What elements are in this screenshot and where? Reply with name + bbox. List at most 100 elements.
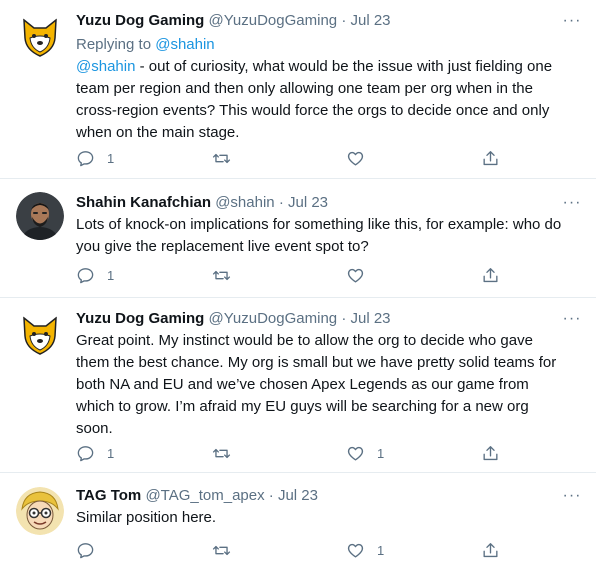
share-button[interactable] [481, 539, 500, 561]
share-icon [483, 542, 498, 557]
replying-handle-link[interactable]: @shahin [155, 36, 214, 53]
shiba-dog-logo-icon [16, 12, 64, 60]
share-button[interactable] [481, 147, 500, 169]
handle[interactable]: @YuzuDogGaming [209, 310, 338, 327]
reply-button[interactable]: 1 [76, 147, 114, 169]
handle[interactable]: @YuzuDogGaming [209, 12, 338, 29]
retweet-button[interactable] [212, 264, 243, 286]
heart-icon [347, 268, 364, 283]
share-icon [483, 150, 498, 165]
retweet-icon [212, 153, 231, 163]
tweet[interactable]: Yuzu Dog Gaming @YuzuDogGaming · Jul 23 … [0, 308, 596, 464]
like-count: 1 [377, 445, 385, 461]
heart-icon [347, 151, 364, 166]
timestamp[interactable]: Jul 23 [278, 487, 318, 504]
share-button[interactable] [481, 442, 500, 464]
more-options-icon[interactable]: ··· [560, 308, 584, 330]
tweet-text-line: them the best chance. My org is small bu… [76, 354, 557, 371]
tweet-text-line: you give the replacement live event spot… [76, 238, 369, 255]
tweet[interactable]: Shahin Kanafchian @shahin · Jul 23 ··· L… [0, 192, 596, 290]
replying-to: Replying to @shahin [76, 34, 215, 56]
share-button[interactable] [481, 264, 500, 286]
reply-icon [77, 150, 94, 166]
retweet-icon [212, 448, 231, 458]
tweet-text: Similar position here. [76, 507, 590, 529]
tweet-text-line: when on the main stage. [76, 124, 240, 141]
reply-count: 1 [107, 267, 115, 283]
replying-label: Replying to [76, 36, 156, 53]
reply-icon [77, 267, 94, 283]
display-name[interactable]: Yuzu Dog Gaming [76, 310, 204, 327]
cartoon-avatar-icon [16, 487, 64, 535]
timestamp[interactable]: Jul 23 [351, 310, 391, 327]
like-button[interactable] [346, 147, 377, 169]
timestamp[interactable]: Jul 23 [288, 194, 328, 211]
retweet-icon [212, 270, 231, 280]
share-icon [483, 267, 498, 282]
tweet-header: Shahin Kanafchian @shahin · Jul 23 [76, 192, 328, 214]
display-name[interactable]: TAG Tom [76, 487, 141, 504]
separator: · [341, 12, 347, 29]
avatar[interactable] [16, 192, 64, 240]
reply-icon [77, 542, 94, 558]
more-options-icon[interactable]: ··· [560, 485, 584, 507]
tweet-actions: 1 [76, 539, 576, 561]
handle[interactable]: @shahin [215, 194, 274, 211]
divider [0, 297, 596, 298]
reply-count: 1 [107, 445, 115, 461]
display-name[interactable]: Yuzu Dog Gaming [76, 12, 204, 29]
divider [0, 178, 596, 179]
tweet-text-line: soon. [76, 420, 113, 437]
avatar[interactable] [16, 12, 64, 60]
reply-button[interactable] [76, 539, 107, 561]
tweet[interactable]: Yuzu Dog Gaming @YuzuDogGaming · Jul 23 … [0, 10, 596, 170]
retweet-button[interactable] [212, 147, 243, 169]
tweet-text-line: Great point. My instinct would be to all… [76, 332, 533, 349]
avatar[interactable] [16, 487, 64, 535]
profile-photo-icon [16, 192, 64, 240]
more-options-icon[interactable]: ··· [560, 10, 584, 32]
tweet-text-line: Similar position here. [76, 509, 217, 526]
separator: · [341, 310, 347, 327]
shiba-dog-logo-icon [16, 310, 64, 358]
tweet-text-line: Lots of knock-on implications for someth… [76, 216, 562, 233]
tweet-text: Lots of knock-on implications for someth… [76, 214, 590, 258]
tweet-text-line: @shahin - out of curiosity, what would b… [76, 58, 553, 75]
tweet-actions: 1 [76, 147, 576, 169]
handle[interactable]: @TAG_tom_apex [145, 487, 264, 504]
reply-button[interactable]: 1 [76, 442, 114, 464]
heart-icon [347, 543, 364, 558]
tweet-text: Great point. My instinct would be to all… [76, 330, 590, 440]
like-button[interactable] [346, 264, 377, 286]
tweet-actions: 1 1 [76, 442, 576, 464]
tweet-text: @shahin - out of curiosity, what would b… [76, 56, 590, 144]
tweet-header: TAG Tom @TAG_tom_apex · Jul 23 [76, 485, 318, 507]
tweet-text-line: cross-region events? This would force th… [76, 102, 550, 119]
separator: · [268, 487, 274, 504]
retweet-icon [212, 545, 231, 555]
like-button[interactable]: 1 [346, 539, 384, 561]
tweet-header: Yuzu Dog Gaming @YuzuDogGaming · Jul 23 [76, 308, 391, 330]
reply-count: 1 [107, 150, 115, 166]
mention-link[interactable]: @shahin [76, 58, 135, 75]
reply-button[interactable]: 1 [76, 264, 114, 286]
like-count: 1 [377, 542, 385, 558]
tweet-text-line: both NA and EU and we’ve chosen Apex Leg… [76, 376, 529, 393]
display-name[interactable]: Shahin Kanafchian [76, 194, 211, 211]
divider [0, 472, 596, 473]
tweet-text-line: team per region and then only allowing o… [76, 80, 533, 97]
like-button[interactable]: 1 [346, 442, 384, 464]
timestamp[interactable]: Jul 23 [351, 12, 391, 29]
tweet-actions: 1 [76, 264, 576, 286]
tweet-header: Yuzu Dog Gaming @YuzuDogGaming · Jul 23 [76, 10, 391, 32]
avatar[interactable] [16, 310, 64, 358]
share-icon [483, 445, 498, 460]
retweet-button[interactable] [212, 442, 243, 464]
more-options-icon[interactable]: ··· [560, 192, 584, 214]
tweet[interactable]: TAG Tom @TAG_tom_apex · Jul 23 ··· Simil… [0, 485, 596, 565]
tweet-text-line: which to grow. I’m afraid my EU guys wil… [76, 398, 529, 415]
heart-icon [347, 446, 364, 461]
separator: · [278, 194, 284, 211]
reply-icon [77, 445, 94, 461]
retweet-button[interactable] [212, 539, 243, 561]
